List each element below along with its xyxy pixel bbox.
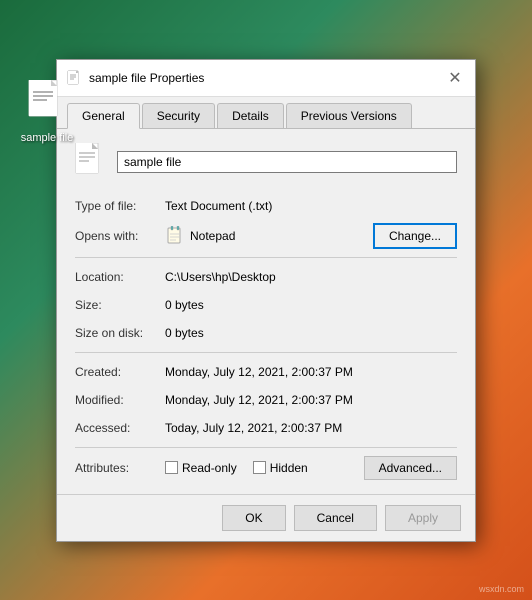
type-row: Type of file: Text Document (.txt) (75, 195, 457, 217)
separator-1 (75, 257, 457, 258)
hidden-label: Hidden (270, 461, 308, 475)
properties-dialog: sample file Properties ✕ General Securit… (56, 59, 476, 542)
size-value: 0 bytes (165, 298, 457, 312)
tab-previous-versions[interactable]: Previous Versions (286, 103, 412, 128)
apply-button: Apply (385, 505, 461, 531)
title-bar-text: sample file Properties (89, 71, 445, 85)
readonly-checkbox-label[interactable]: Read-only (165, 461, 237, 475)
created-row: Created: Monday, July 12, 2021, 2:00:37 … (75, 361, 457, 383)
readonly-label: Read-only (182, 461, 237, 475)
modified-value: Monday, July 12, 2021, 2:00:37 PM (165, 393, 457, 407)
modified-label: Modified: (75, 393, 165, 407)
ok-button[interactable]: OK (222, 505, 285, 531)
advanced-button[interactable]: Advanced... (364, 456, 457, 480)
hidden-checkbox-label[interactable]: Hidden (253, 461, 308, 475)
size-on-disk-row: Size on disk: 0 bytes (75, 322, 457, 344)
desktop-file-svg (27, 80, 67, 128)
attributes-label: Attributes: (75, 461, 165, 475)
opens-with-app: Notepad (190, 229, 373, 243)
separator-2 (75, 352, 457, 353)
title-bar: sample file Properties ✕ (57, 60, 475, 97)
hidden-checkbox[interactable] (253, 461, 266, 474)
file-icon (75, 143, 107, 181)
dialog-content: Type of file: Text Document (.txt) Opens… (57, 129, 475, 494)
tab-security[interactable]: Security (142, 103, 215, 128)
size-label: Size: (75, 298, 165, 312)
location-label: Location: (75, 270, 165, 284)
change-button[interactable]: Change... (373, 223, 457, 249)
modified-row: Modified: Monday, July 12, 2021, 2:00:37… (75, 389, 457, 411)
tab-bar: General Security Details Previous Versio… (57, 97, 475, 129)
filename-row (75, 143, 457, 181)
size-on-disk-value: 0 bytes (165, 326, 457, 340)
size-row: Size: 0 bytes (75, 294, 457, 316)
tab-details[interactable]: Details (217, 103, 284, 128)
button-bar: OK Cancel Apply (57, 494, 475, 541)
type-value: Text Document (.txt) (165, 199, 457, 213)
attributes-row: Attributes: Read-only Hidden Advanced... (75, 456, 457, 480)
created-value: Monday, July 12, 2021, 2:00:37 PM (165, 365, 457, 379)
watermark: wsxdn.com (479, 584, 524, 594)
accessed-label: Accessed: (75, 421, 165, 435)
tab-general[interactable]: General (67, 103, 140, 129)
location-row: Location: C:\Users\hp\Desktop (75, 266, 457, 288)
accessed-value: Today, July 12, 2021, 2:00:37 PM (165, 421, 457, 435)
notepad-icon (165, 226, 185, 246)
created-label: Created: (75, 365, 165, 379)
close-button[interactable]: ✕ (445, 68, 465, 88)
accessed-row: Accessed: Today, July 12, 2021, 2:00:37 … (75, 417, 457, 439)
desktop-icon-label: sample file (21, 132, 74, 144)
readonly-checkbox[interactable] (165, 461, 178, 474)
type-label: Type of file: (75, 199, 165, 213)
opens-with-row: Opens with: Notepad Change... (75, 223, 457, 249)
filename-input[interactable] (117, 151, 457, 173)
cancel-button[interactable]: Cancel (294, 505, 377, 531)
opens-with-label: Opens with: (75, 229, 165, 243)
size-on-disk-label: Size on disk: (75, 326, 165, 340)
location-value: C:\Users\hp\Desktop (165, 270, 457, 284)
separator-3 (75, 447, 457, 448)
